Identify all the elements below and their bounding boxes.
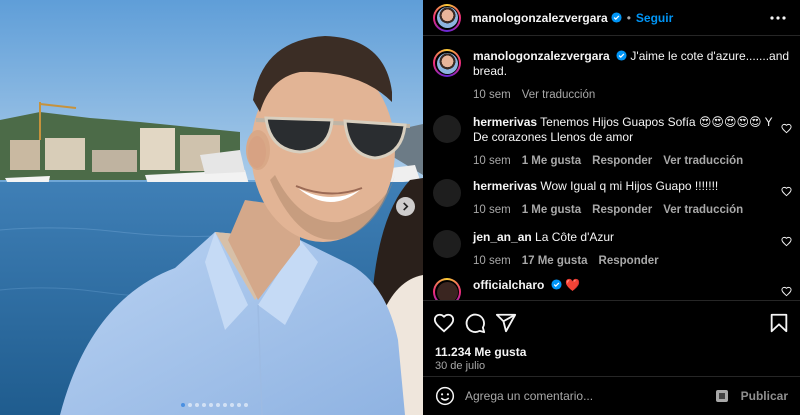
translate-button[interactable]: Ver traducción	[663, 203, 743, 218]
carousel-dot	[230, 403, 234, 407]
caption-avatar[interactable]	[433, 49, 461, 77]
comment-username[interactable]: hermerivas	[473, 179, 537, 193]
gif-icon[interactable]	[715, 389, 729, 403]
translate-button[interactable]: Ver traducción	[663, 154, 743, 169]
comment-text: ❤️	[565, 278, 580, 292]
bookmark-icon[interactable]	[768, 312, 790, 334]
share-icon[interactable]	[495, 312, 517, 334]
caption-username[interactable]: manologonzalezvergara	[473, 49, 610, 63]
carousel-dot	[223, 403, 227, 407]
action-bar	[433, 311, 790, 335]
comment-time[interactable]: 10 sem	[473, 203, 511, 218]
caption-time[interactable]: 10 sem	[473, 88, 511, 103]
heart-icon[interactable]	[433, 312, 455, 334]
reply-button[interactable]: Responder	[592, 203, 652, 218]
emoji-icon[interactable]	[435, 386, 455, 406]
heart-icon[interactable]	[781, 236, 792, 247]
comment-item: officialcharo ❤️	[433, 278, 792, 300]
comment-item: jen_an_an La Côte d'Azur 10 sem 17 Me gu…	[433, 230, 792, 269]
author-username[interactable]: manologonzalezvergara	[471, 11, 608, 25]
carousel-dot	[216, 403, 220, 407]
next-photo-button[interactable]	[396, 197, 415, 216]
post-date: 30 de julio	[435, 360, 486, 372]
post-panel: manologonzalezvergara • Seguir manologon…	[423, 0, 800, 415]
commenter-avatar[interactable]	[433, 278, 461, 300]
follow-button[interactable]: Seguir	[636, 11, 673, 25]
comment-input[interactable]	[465, 389, 715, 403]
photo-scene	[0, 0, 423, 415]
comment-item: hermerivas Wow Igual q mi Hijos Guapo !!…	[433, 179, 792, 218]
commenter-avatar[interactable]	[433, 230, 461, 258]
commenter-avatar[interactable]	[433, 179, 461, 207]
comment-username[interactable]: jen_an_an	[473, 230, 532, 244]
reply-button[interactable]: Responder	[592, 154, 652, 169]
verified-badge-icon	[551, 279, 562, 290]
comments-list[interactable]: manologonzalezvergara J'aime le cote d'a…	[423, 37, 800, 300]
verified-badge-icon	[616, 50, 627, 61]
comment-text: Wow Igual q mi Hijos Guapo !!!!!!!	[540, 179, 719, 193]
comment-likes[interactable]: 1 Me gusta	[522, 203, 581, 218]
likes-count[interactable]: 11.234 Me gusta	[435, 345, 526, 359]
carousel-dot	[209, 403, 213, 407]
carousel-dot	[188, 403, 192, 407]
comment-username[interactable]: hermerivas	[473, 115, 537, 129]
author-avatar[interactable]	[433, 3, 461, 32]
comment-likes[interactable]: 1 Me gusta	[522, 154, 581, 169]
carousel-dot	[195, 403, 199, 407]
heart-icon[interactable]	[781, 286, 792, 297]
carousel-dot	[244, 403, 248, 407]
carousel-dots	[0, 403, 423, 407]
heart-icon[interactable]	[781, 186, 792, 197]
carousel-dot	[237, 403, 241, 407]
comment-text: La Côte d'Azur	[535, 230, 615, 244]
reply-button[interactable]: Responder	[599, 254, 659, 269]
comment-likes[interactable]: 17 Me gusta	[522, 254, 588, 269]
carousel-dot	[202, 403, 206, 407]
more-options-icon[interactable]	[768, 11, 788, 25]
post-viewer: manologonzalezvergara • Seguir manologon…	[0, 0, 800, 415]
header-separator: •	[626, 10, 631, 25]
publish-button[interactable]: Publicar	[741, 389, 788, 403]
chevron-right-icon	[401, 200, 410, 214]
heart-icon[interactable]	[781, 123, 792, 134]
comment-icon[interactable]	[464, 312, 486, 334]
comment-time[interactable]: 10 sem	[473, 154, 511, 169]
comment-time[interactable]: 10 sem	[473, 254, 511, 269]
carousel-dot	[181, 403, 185, 407]
verified-badge-icon	[611, 12, 622, 23]
post-header: manologonzalezvergara • Seguir	[423, 0, 800, 36]
add-comment-bar: Publicar	[423, 376, 800, 415]
comment-item: hermerivas Tenemos Hijos Guapos Sofía 😍😍…	[433, 115, 792, 169]
caption-translate[interactable]: Ver traducción	[522, 88, 596, 103]
caption-row: manologonzalezvergara J'aime le cote d'a…	[433, 49, 792, 103]
post-photo[interactable]	[0, 0, 423, 415]
comment-username[interactable]: officialcharo	[473, 278, 544, 292]
commenter-avatar[interactable]	[433, 115, 461, 143]
